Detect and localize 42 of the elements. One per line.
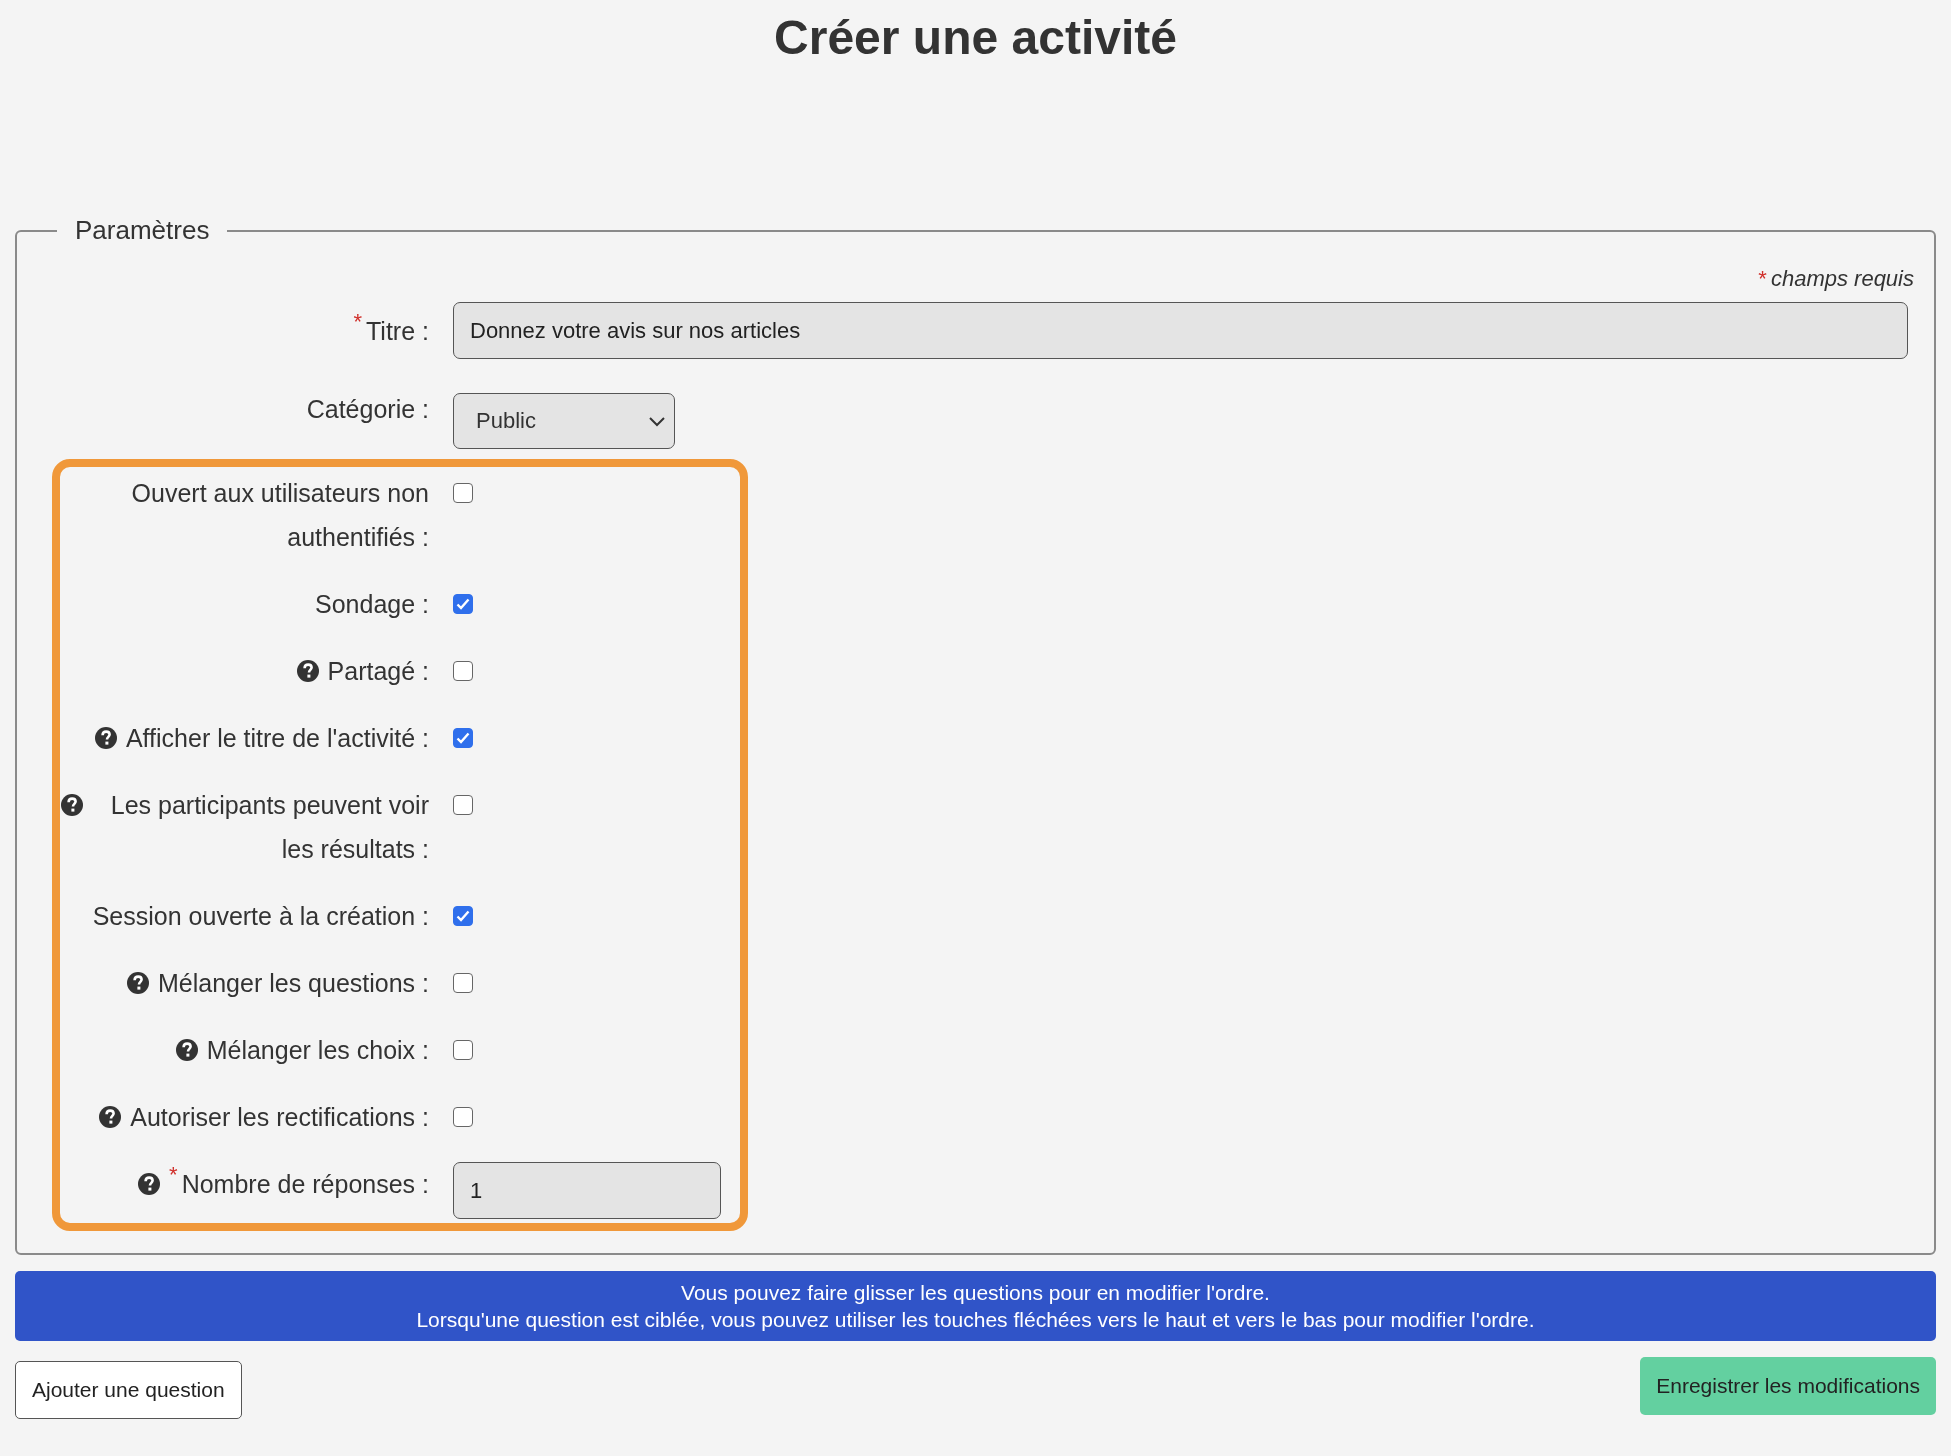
save-button[interactable]: Enregistrer les modifications (1640, 1357, 1936, 1415)
help-icon[interactable] (295, 659, 320, 683)
title-field[interactable]: Donnez votre avis sur nos articles (453, 302, 1908, 359)
field-label: Partagé : (327, 656, 429, 687)
panel-legend: Paramètres (57, 215, 228, 246)
checkbox[interactable] (453, 728, 473, 748)
checkbox[interactable] (453, 1107, 473, 1127)
number-field[interactable]: 1 (453, 1162, 721, 1219)
field-label: Titre : (366, 315, 429, 347)
help-icon[interactable] (93, 726, 118, 750)
field-label: Afficher le titre de l'activité : (125, 723, 429, 754)
checkbox[interactable] (453, 795, 473, 815)
field-label: Mélanger les questions : (158, 968, 429, 999)
required-mark: * (169, 1162, 178, 1188)
category-dropdown[interactable]: Public (453, 393, 675, 449)
info-text: Vous pouvez faire glisser les questions pour en modifier l'ordre. (681, 1280, 1270, 1306)
checkbox[interactable] (453, 594, 473, 614)
field-label: Catégorie : (306, 394, 429, 425)
checkbox[interactable] (453, 1040, 473, 1060)
required-mark: * (353, 308, 363, 335)
help-icon[interactable] (137, 1172, 162, 1196)
checkbox[interactable] (453, 973, 473, 993)
page-title: Créer une activité (773, 10, 1178, 66)
field-label: Ouvert aux utilisateurs non authentifiés : (130, 478, 429, 553)
field-label: Autoriser les rectifications : (130, 1102, 429, 1133)
field-label: Session ouverte à la création : (92, 901, 429, 932)
help-icon[interactable] (98, 1105, 123, 1129)
info-text: Lorsqu'une question est ciblée, vous pouvez utiliser les touches fléchées vers le haut et vers le bas pour modifier l'ordre. (416, 1307, 1535, 1333)
field-label: Sondage : (315, 589, 429, 620)
required-note: champs requis (1770, 266, 1914, 292)
help-icon[interactable] (60, 793, 84, 817)
checkbox[interactable] (453, 906, 473, 926)
field-label: Les participants peuvent voir les résultats : (109, 790, 429, 865)
chevron-down-icon (648, 415, 666, 427)
required-mark: * (1758, 266, 1767, 292)
checkbox[interactable] (453, 661, 473, 681)
field-label: Mélanger les choix : (206, 1035, 429, 1066)
checkbox[interactable] (453, 483, 473, 503)
help-icon[interactable] (174, 1038, 199, 1062)
add-question-button[interactable]: Ajouter une question (15, 1361, 242, 1419)
help-icon[interactable] (126, 971, 150, 995)
field-label: Nombre de réponses : (181, 1169, 429, 1200)
